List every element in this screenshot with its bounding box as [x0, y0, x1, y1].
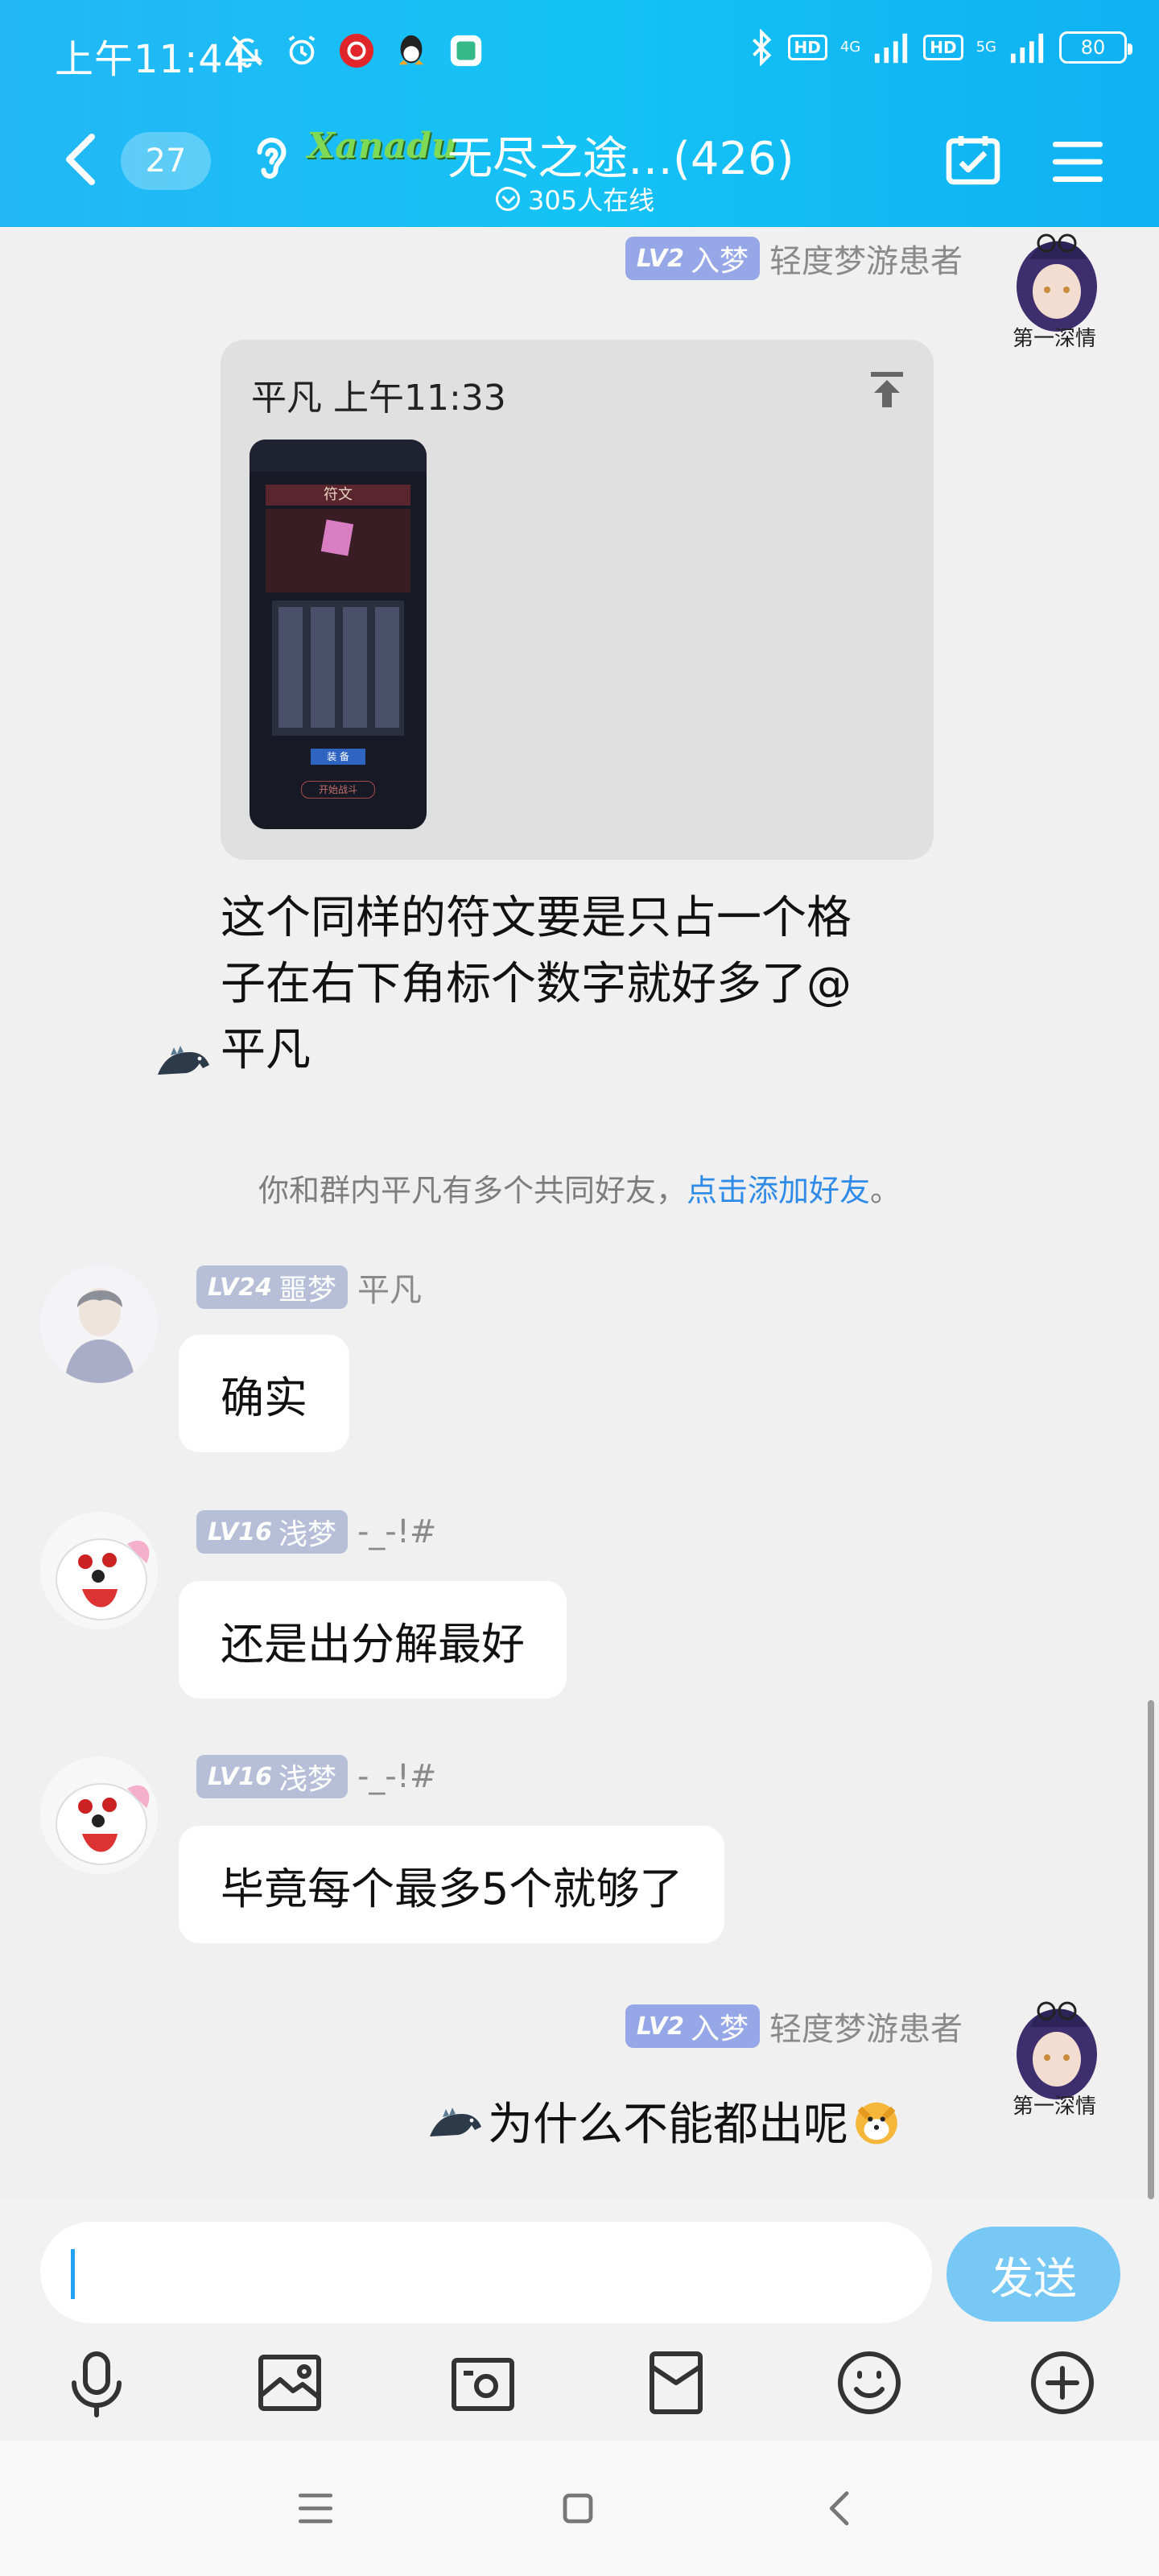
sender-line: LV16 浅梦 -_-!#: [196, 1755, 436, 1798]
dog-emoji-icon: [852, 2096, 901, 2146]
chat-header: 上午11:44 HD 4G HD 5G 80 27 Xanadu 无尽之途…(4…: [0, 0, 1159, 227]
plus-icon[interactable]: [1024, 2344, 1101, 2421]
message-input[interactable]: [40, 2222, 932, 2323]
ear-icon[interactable]: [250, 132, 290, 188]
mic-icon[interactable]: [58, 2344, 135, 2421]
level-badge: LV2 入梦: [625, 237, 760, 280]
alarm-icon: [283, 32, 320, 69]
nav-row: 27 Xanadu 无尽之途…(426) 305人在线: [0, 105, 1159, 225]
sender-line: LV16 浅梦 -_-!#: [196, 1510, 436, 1554]
unread-count-badge[interactable]: 27: [121, 132, 211, 190]
group-logo: Xanadu: [307, 126, 457, 167]
message-bubble[interactable]: 毕竟每个最多5个就够了: [179, 1826, 725, 1943]
level-badge: LV24 噩梦: [196, 1265, 348, 1309]
user-avatar-dog[interactable]: [40, 1757, 158, 1874]
back-button[interactable]: [56, 127, 105, 192]
message-text: 这个同样的符文要是只占一个格 子在右下角标个数字就好多了@ 平凡: [158, 886, 852, 1084]
app-icon: [448, 32, 485, 69]
hd-badge-2: HD: [923, 35, 963, 60]
red-packet-icon[interactable]: [637, 2344, 715, 2421]
online-count[interactable]: 305人在线: [496, 180, 654, 217]
qq-icon: [393, 32, 430, 69]
status-icons-left: [229, 32, 485, 69]
status-icons-right: HD 4G HD 5G 80: [748, 29, 1132, 66]
reply-image-thumbnail[interactable]: 符文 装 备 开始战斗: [250, 440, 427, 829]
user-avatar-pingfan[interactable]: [40, 1265, 158, 1383]
camera-icon[interactable]: [444, 2344, 522, 2421]
network-4g: 4G: [839, 39, 861, 56]
calendar-check-icon[interactable]: [942, 129, 1004, 192]
group-name[interactable]: 无尽之途…(426): [448, 122, 794, 188]
netease-music-icon: [338, 32, 375, 69]
sender-line-self: LV2 入梦 轻度梦游患者: [625, 2003, 963, 2050]
mute-bell-icon: [229, 32, 266, 69]
add-friend-link[interactable]: 点击添加好友: [687, 1173, 870, 1208]
menu-icon[interactable]: [1048, 132, 1107, 192]
recent-apps-icon[interactable]: [290, 2483, 341, 2534]
status-bar: 上午11:44 HD 4G HD 5G 80: [0, 0, 1159, 105]
network-5g: 5G: [975, 39, 996, 56]
message-text: 为什么不能都出呢: [427, 2088, 901, 2153]
avatar-signature: 第一深情: [1013, 327, 1097, 351]
back-nav-icon[interactable]: [815, 2483, 866, 2534]
level-badge: LV2 入梦: [625, 2004, 760, 2048]
image-icon[interactable]: [251, 2344, 328, 2421]
signal-icon-2: [1009, 31, 1046, 64]
avatar-signature: 第一深情: [1013, 2095, 1097, 2119]
godzilla-sticker-icon: [155, 1032, 212, 1075]
hd-badge: HD: [787, 35, 827, 60]
reply-quote-card[interactable]: 平凡 上午11:33 符文 装 备 开始战斗: [221, 340, 934, 860]
chat-area[interactable]: LV2 入梦 轻度梦游患者 第一深情 平凡 上午11:33 符文 装 备 开始战斗: [0, 227, 1159, 2199]
sender-name[interactable]: -_-!#: [357, 1758, 436, 1795]
level-badge: LV16 浅梦: [196, 1755, 348, 1798]
sender-name[interactable]: 轻度梦游患者: [769, 235, 963, 282]
system-note: 你和群内平凡有多个共同好友，点击添加好友。: [258, 1173, 901, 1208]
sender-name[interactable]: 轻度梦游患者: [769, 2003, 963, 2050]
bluetooth-icon: [748, 29, 775, 66]
message-bubble[interactable]: 还是出分解最好: [179, 1581, 567, 1699]
message-bubble[interactable]: 确实: [179, 1335, 349, 1452]
pin-top-icon[interactable]: [868, 369, 906, 411]
send-button[interactable]: 发送: [947, 2227, 1120, 2322]
chevron-down-icon: [496, 187, 520, 211]
battery-icon: 80: [1059, 31, 1132, 64]
status-time: 上午11:44: [55, 37, 250, 82]
godzilla-sticker-icon: [427, 2101, 485, 2141]
system-navigation-bar: [0, 2441, 1159, 2576]
text-caret: [71, 2249, 75, 2299]
reply-meta: 平凡 上午11:33: [251, 378, 506, 419]
sender-line: LV24 噩梦 平凡: [196, 1264, 422, 1311]
input-area: 发送: [0, 2199, 1159, 2441]
signal-icon: [873, 31, 910, 64]
sender-name[interactable]: -_-!#: [357, 1513, 436, 1550]
sender-name[interactable]: 平凡: [357, 1264, 422, 1311]
user-avatar-dog[interactable]: [40, 1512, 158, 1629]
home-icon[interactable]: [552, 2483, 604, 2534]
level-badge: LV16 浅梦: [196, 1510, 348, 1554]
emoji-icon[interactable]: [831, 2344, 908, 2421]
sender-line-self: LV2 入梦 轻度梦游患者: [625, 235, 963, 282]
chat-scrollbar[interactable]: [1148, 1700, 1154, 2199]
